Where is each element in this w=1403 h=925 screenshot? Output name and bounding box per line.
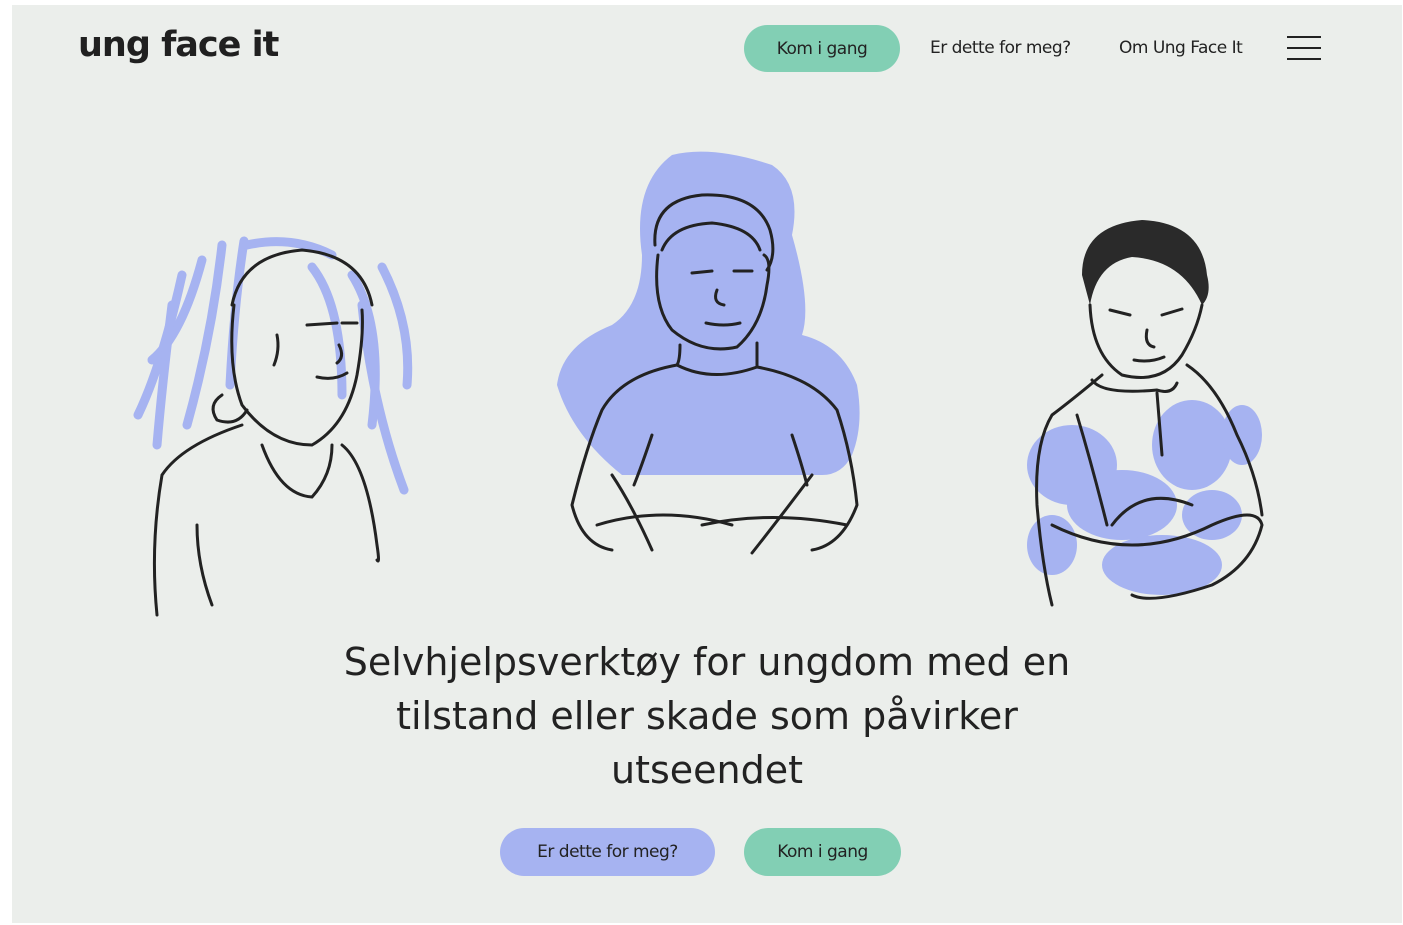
- hero-is-this-for-me-button[interactable]: Er dette for meg?: [500, 828, 715, 876]
- hero-headline-line-1: Selvhjelpsverktøy for ungdom med en: [343, 640, 1071, 684]
- hero-headline-line-3: utseendet: [610, 748, 804, 792]
- hero-headline: Selvhjelpsverktøy for ungdom med en tils…: [12, 635, 1402, 797]
- figure-left-illustration: [133, 236, 413, 617]
- hero-get-started-button[interactable]: Kom i gang: [744, 828, 901, 876]
- hero-headline-line-2: tilstand eller skade som påvirker: [396, 694, 1018, 738]
- figure-center-illustration: [557, 151, 860, 555]
- hero-illustration: [133, 151, 1264, 617]
- landing-page: ung face it Kom i gang Er dette for meg?…: [12, 5, 1402, 923]
- figure-right-illustration: [1027, 220, 1264, 607]
